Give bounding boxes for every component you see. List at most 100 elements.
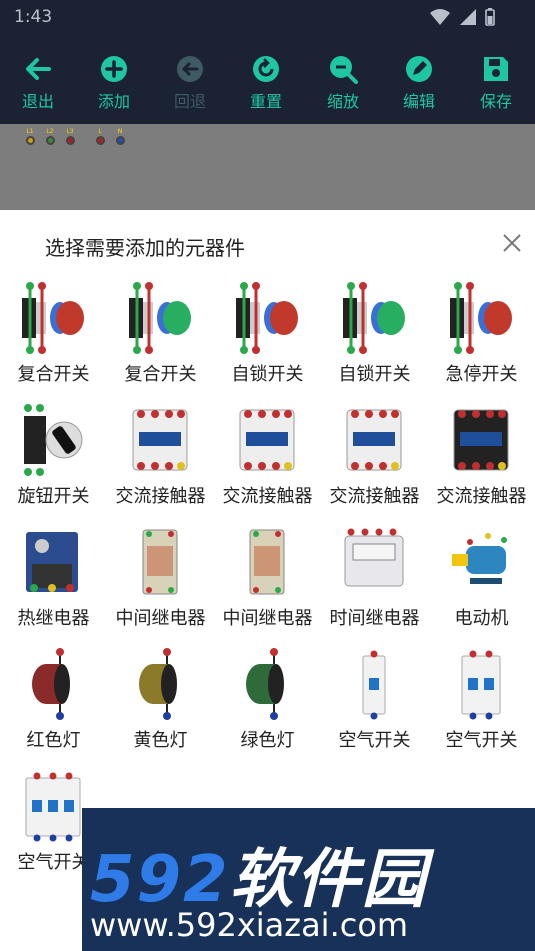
component-label: 复合开关 [124,364,197,385]
edit-icon [406,56,432,82]
watermark: 592软件园 www.592xiazai.com [82,808,535,951]
ac-contactor-icon [234,402,300,478]
add-label: 添加 [97,92,130,111]
component-label: 中间继电器 [222,608,313,629]
component-item-composite-switch[interactable]: 复合开关 [0,276,107,398]
edit-label: 编辑 [402,92,435,111]
air-switch-icon [448,646,514,722]
composite-switch-icon [127,280,193,356]
component-item-yellow-lamp[interactable]: 黄色灯 [107,642,214,764]
component-item-ac-contactor[interactable]: 交流接触器 [428,398,535,520]
component-item-thermal-relay[interactable]: 热继电器 [0,520,107,642]
thermal-relay-icon [20,524,86,600]
component-item-self-lock-switch[interactable]: 自锁开关 [214,276,321,398]
component-label: 急停开关 [445,364,518,385]
ac-contactor-icon [127,402,193,478]
status-icons [429,8,495,26]
reset-label: 重置 [249,92,282,111]
component-label: 空气开关 [445,730,518,751]
save-button[interactable]: 保存 [464,54,528,112]
watermark-url: www.592xiazai.com [90,906,409,944]
component-item-intermediate-relay[interactable]: 中间继电器 [107,520,214,642]
component-label: 自锁开关 [231,364,304,385]
back-circle-icon [177,56,203,82]
red-lamp-icon [20,646,86,722]
component-item-ac-contactor[interactable]: 交流接触器 [107,398,214,520]
save-label: 保存 [479,92,512,111]
edit-button[interactable]: 编辑 [387,54,451,112]
undo-button[interactable]: 回退 [158,54,222,112]
component-label: 交流接触器 [222,486,313,507]
component-item-intermediate-relay[interactable]: 中间继电器 [214,520,321,642]
component-item-self-lock-switch[interactable]: 自锁开关 [321,276,428,398]
component-item-composite-switch[interactable]: 复合开关 [107,276,214,398]
terminal-l2[interactable]: L2 [42,128,58,145]
component-item-time-relay[interactable]: 时间继电器 [321,520,428,642]
status-time: 1:43 [14,7,53,27]
terminal-l[interactable]: L [92,128,108,145]
component-label: 空气开关 [338,730,411,751]
component-item-green-lamp[interactable]: 绿色灯 [214,642,321,764]
component-item-ac-contactor[interactable]: 交流接触器 [321,398,428,520]
component-item-ac-contactor[interactable]: 交流接触器 [214,398,321,520]
ac-contactor-icon [341,402,407,478]
toolbar: 退出 添加 回退 重置 缩放 编辑 保存 [0,36,535,124]
signal-icon [460,9,476,25]
component-item-air-switch[interactable]: 空气开关 [321,642,428,764]
component-label: 交流接触器 [115,486,206,507]
motor-icon [448,524,514,600]
reset-icon [253,56,279,82]
green-lamp-icon [234,646,300,722]
component-item-emergency-stop-switch[interactable]: 急停开关 [428,276,535,398]
reset-button[interactable]: 重置 [234,54,298,112]
component-label: 电动机 [454,608,509,629]
wifi-icon [430,9,450,25]
terminal-l3[interactable]: L3 [62,128,78,145]
component-item-air-switch[interactable]: 空气开关 [428,642,535,764]
add-button[interactable]: 添加 [82,54,146,112]
power-terminals: L1 L2 L3 L N [22,128,128,145]
close-icon[interactable] [501,232,523,254]
component-label: 自锁开关 [338,364,411,385]
terminal-l1[interactable]: L1 [22,128,38,145]
ac-contactor-icon [448,402,514,478]
component-label: 时间继电器 [329,608,420,629]
time-relay-icon [341,524,407,600]
component-label: 黄色灯 [133,730,188,751]
composite-switch-icon [20,280,86,356]
terminal-n[interactable]: N [112,128,128,145]
component-label: 复合开关 [17,364,90,385]
component-item-rotary-switch[interactable]: 旋钮开关 [0,398,107,520]
plus-circle-icon [101,56,127,82]
save-icon [484,57,508,81]
exit-button[interactable]: 退出 [6,54,70,112]
component-label: 热继电器 [17,608,90,629]
wiring-canvas[interactable]: L1 L2 L3 L N [0,124,535,210]
status-bar: 1:43 [0,0,535,36]
rotary-switch-icon [20,402,86,478]
intermediate-relay-icon [127,524,193,600]
component-label: 旋钮开关 [17,486,90,507]
yellow-lamp-icon [127,646,193,722]
zoom-button[interactable]: 缩放 [311,54,375,112]
intermediate-relay-icon [234,524,300,600]
exit-label: 退出 [21,92,54,111]
arrow-left-icon [26,58,51,80]
zoom-label: 缩放 [326,92,359,111]
undo-label: 回退 [173,92,206,111]
air-switch-icon [20,768,86,844]
zoom-out-icon [330,56,358,84]
component-label: 交流接触器 [436,486,527,507]
battery-icon [485,8,495,26]
emergency-stop-switch-icon [448,280,514,356]
component-item-red-lamp[interactable]: 红色灯 [0,642,107,764]
air-switch-icon [341,646,407,722]
component-label: 红色灯 [26,730,81,751]
component-label: 中间继电器 [115,608,206,629]
component-item-motor[interactable]: 电动机 [428,520,535,642]
component-label: 绿色灯 [240,730,295,751]
component-label: 交流接触器 [329,486,420,507]
self-lock-switch-icon [341,280,407,356]
sheet-title: 选择需要添加的元器件 [45,236,245,260]
self-lock-switch-icon [234,280,300,356]
